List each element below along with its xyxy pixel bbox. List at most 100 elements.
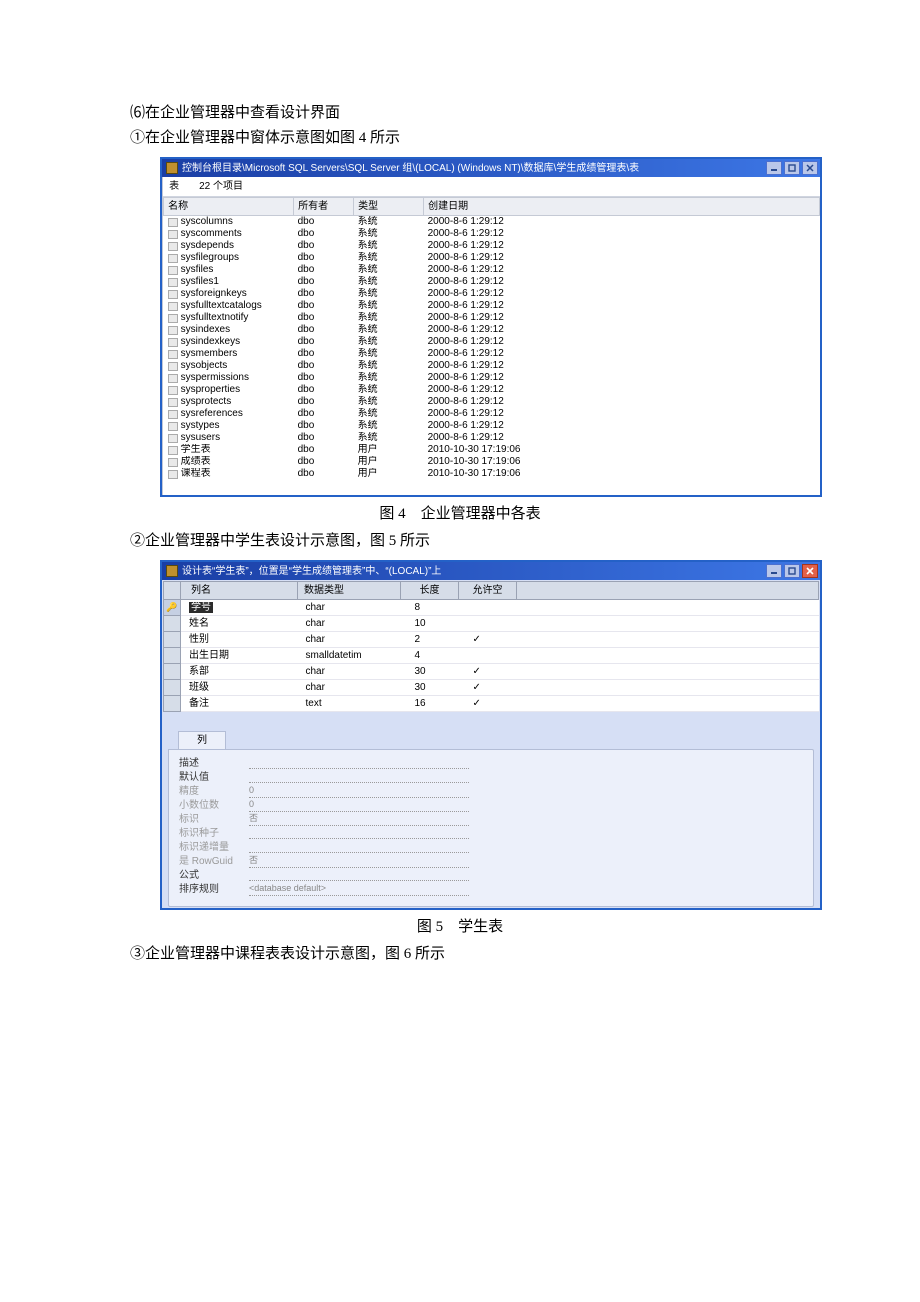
cell-allow-null[interactable]: ✓ [459, 664, 517, 680]
design-row[interactable]: 出生日期smalldatetim4 [164, 648, 819, 664]
tab-column[interactable]: 列 [178, 731, 226, 749]
cell-column-name[interactable]: 班级 [181, 680, 298, 696]
cell-length[interactable]: 30 [401, 664, 459, 680]
cell-data-type[interactable]: smalldatetim [298, 648, 401, 664]
cell-name: 课程表 [181, 468, 211, 480]
table-row[interactable]: sysindexkeysdbo系统2000-8-6 1:29:12 [164, 336, 820, 348]
table-row[interactable]: 课程表dbo用户2010-10-30 17:19:06 [164, 468, 820, 480]
table-row[interactable]: sysfilegroupsdbo系统2000-8-6 1:29:12 [164, 252, 820, 264]
table-row[interactable]: syscommentsdbo系统2000-8-6 1:29:12 [164, 228, 820, 240]
cell-data-type[interactable]: char [298, 600, 401, 616]
close-button[interactable] [802, 564, 818, 578]
cell-allow-null[interactable]: ✓ [459, 696, 517, 712]
table-row[interactable]: sysfilesdbo系统2000-8-6 1:29:12 [164, 264, 820, 276]
property-value[interactable] [249, 869, 469, 881]
design-row[interactable]: 系部char30✓ [164, 664, 819, 680]
table-row[interactable]: sysfulltextnotifydbo系统2000-8-6 1:29:12 [164, 312, 820, 324]
design-row[interactable]: 班级char30✓ [164, 680, 819, 696]
row-selector[interactable] [164, 632, 181, 648]
table-row[interactable]: sysprotectsdbo系统2000-8-6 1:29:12 [164, 396, 820, 408]
property-value[interactable]: <database default> [249, 882, 469, 897]
minimize-button[interactable] [766, 564, 782, 578]
table-row[interactable]: sysforeignkeysdbo系统2000-8-6 1:29:12 [164, 288, 820, 300]
property-value[interactable]: 否 [249, 854, 469, 869]
cell-data-type[interactable]: char [298, 632, 401, 648]
maximize-button[interactable] [784, 564, 800, 578]
table-row[interactable]: syscolumnsdbo系统2000-8-6 1:29:12 [164, 216, 820, 229]
cell-column-name[interactable]: 系部 [181, 664, 298, 680]
property-value[interactable]: 否 [249, 812, 469, 827]
cell-name: syscolumns [181, 216, 233, 228]
cell-length[interactable]: 10 [401, 616, 459, 632]
table-row[interactable]: sysreferencesdbo系统2000-8-6 1:29:12 [164, 408, 820, 420]
titlebar[interactable]: 设计表“学生表”，位置是“学生成绩管理表”中、“(LOCAL)”上 [162, 562, 820, 580]
property-label: 精度 [179, 784, 249, 799]
cell-allow-null[interactable]: ✓ [459, 680, 517, 696]
property-value[interactable] [249, 841, 469, 853]
table-row[interactable]: syspermissionsdbo系统2000-8-6 1:29:12 [164, 372, 820, 384]
property-value[interactable] [249, 827, 469, 839]
cell-length[interactable]: 8 [401, 600, 459, 616]
list-pane[interactable]: 表 22 个项目 名称 所有者 类型 创建日期 syscolumnsdbo系统2… [163, 177, 820, 495]
table-icon [168, 326, 178, 335]
table-row[interactable]: sysfulltextcatalogsdbo系统2000-8-6 1:29:12 [164, 300, 820, 312]
row-selector[interactable] [164, 616, 181, 632]
row-selector[interactable] [164, 680, 181, 696]
col-date[interactable]: 创建日期 [424, 198, 820, 216]
design-row[interactable]: 🔑学号char8 [164, 600, 819, 616]
cell-column-name[interactable]: 性别 [181, 632, 298, 648]
design-row[interactable]: 性别char2✓ [164, 632, 819, 648]
cell-allow-null[interactable] [459, 600, 517, 616]
cell-column-name[interactable]: 出生日期 [181, 648, 298, 664]
table-row[interactable]: systypesdbo系统2000-8-6 1:29:12 [164, 420, 820, 432]
table-row[interactable]: sysmembersdbo系统2000-8-6 1:29:12 [164, 348, 820, 360]
property-value[interactable] [249, 771, 469, 783]
col-name[interactable]: 列名 [181, 582, 298, 600]
property-value[interactable]: 0 [249, 798, 469, 813]
table-row[interactable]: sysobjectsdbo系统2000-8-6 1:29:12 [164, 360, 820, 372]
col-type[interactable]: 数据类型 [298, 582, 401, 600]
col-length[interactable]: 长度 [401, 582, 459, 600]
col-owner[interactable]: 所有者 [294, 198, 354, 216]
design-row[interactable]: 姓名char10 [164, 616, 819, 632]
cell-length[interactable]: 16 [401, 696, 459, 712]
cell-column-name[interactable]: 姓名 [181, 616, 298, 632]
cell-data-type[interactable]: char [298, 664, 401, 680]
table-row[interactable]: 学生表dbo用户2010-10-30 17:19:06 [164, 444, 820, 456]
property-value[interactable]: 0 [249, 784, 469, 799]
cell-allow-null[interactable]: ✓ [459, 632, 517, 648]
cell-length[interactable]: 2 [401, 632, 459, 648]
row-selector[interactable] [164, 696, 181, 712]
table-row[interactable]: sysfiles1dbo系统2000-8-6 1:29:12 [164, 276, 820, 288]
close-button[interactable] [802, 161, 818, 175]
table-row[interactable]: syspropertiesdbo系统2000-8-6 1:29:12 [164, 384, 820, 396]
design-row[interactable]: 备注text16✓ [164, 696, 819, 712]
maximize-button[interactable] [784, 161, 800, 175]
cell-length[interactable]: 30 [401, 680, 459, 696]
col-type[interactable]: 类型 [354, 198, 424, 216]
row-selector[interactable] [164, 664, 181, 680]
cell-column-name[interactable]: 备注 [181, 696, 298, 712]
cell-data-type[interactable]: char [298, 680, 401, 696]
table-row[interactable]: sysusersdbo系统2000-8-6 1:29:12 [164, 432, 820, 444]
minimize-button[interactable] [766, 161, 782, 175]
row-selector[interactable]: 🔑 [164, 600, 181, 616]
cell-data-type[interactable]: text [298, 696, 401, 712]
col-allow-null[interactable]: 允许空 [459, 582, 517, 600]
titlebar[interactable]: 控制台根目录\Microsoft SQL Servers\SQL Server … [162, 159, 820, 177]
cell-data-type[interactable]: char [298, 616, 401, 632]
property-value[interactable] [249, 757, 469, 769]
property-label: 描述 [179, 756, 249, 771]
cell-length[interactable]: 4 [401, 648, 459, 664]
cell-allow-null[interactable] [459, 648, 517, 664]
row-selector[interactable] [164, 648, 181, 664]
table-list[interactable]: 名称 所有者 类型 创建日期 syscolumnsdbo系统2000-8-6 1… [163, 197, 820, 480]
table-row[interactable]: 成绩表dbo用户2010-10-30 17:19:06 [164, 456, 820, 468]
table-row[interactable]: sysdependsdbo系统2000-8-6 1:29:12 [164, 240, 820, 252]
cell-column-name[interactable]: 学号 [181, 600, 298, 616]
col-name[interactable]: 名称 [164, 198, 294, 216]
column-design-grid[interactable]: 列名 数据类型 长度 允许空 🔑学号char8姓名char10性别char2✓出… [163, 581, 819, 712]
cell-type: 用户 [354, 468, 424, 480]
cell-allow-null[interactable] [459, 616, 517, 632]
table-row[interactable]: sysindexesdbo系统2000-8-6 1:29:12 [164, 324, 820, 336]
